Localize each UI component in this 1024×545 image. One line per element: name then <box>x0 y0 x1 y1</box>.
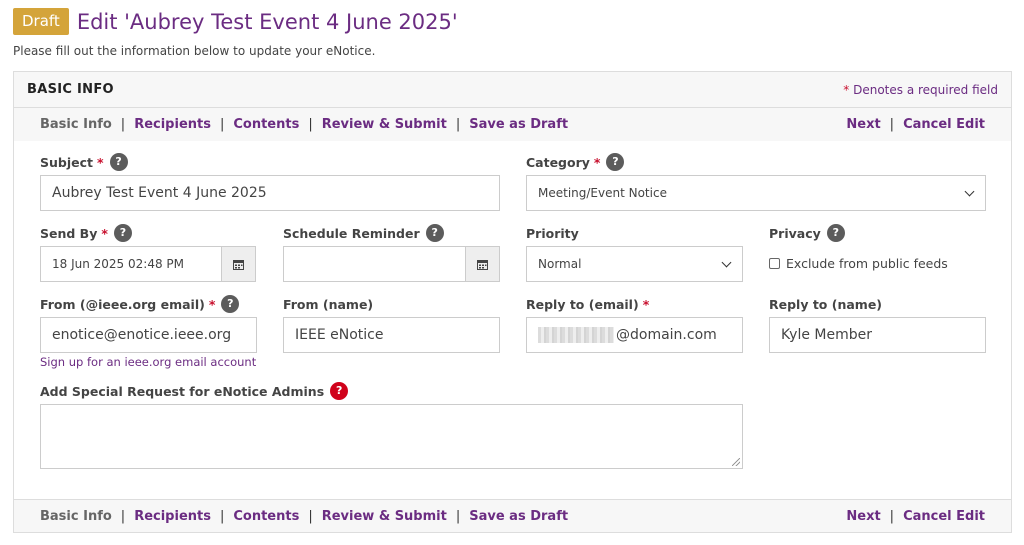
chevron-down-icon <box>964 186 975 197</box>
nav-separator: | <box>219 117 225 132</box>
nav-separator: | <box>889 508 895 524</box>
nav-review-submit[interactable]: Review & Submit <box>322 509 447 524</box>
help-icon[interactable]: ? <box>113 224 132 242</box>
calendar-icon <box>233 259 244 270</box>
special-request-label: Add Special Request for eNotice Admins <box>40 383 325 399</box>
required-star: * <box>101 225 108 241</box>
nav-separator: | <box>120 117 126 132</box>
ieee-signup-link[interactable]: Sign up for an ieee.org email account <box>40 355 256 369</box>
reply-name-field: Reply to (name) <box>769 295 882 313</box>
from-name-field: From (name) <box>283 295 373 313</box>
help-icon[interactable]: ? <box>221 295 240 313</box>
priority-select[interactable]: Normal <box>526 246 743 282</box>
from-email-label: From (@ieee.org email) <box>40 296 205 312</box>
special-request-textarea[interactable] <box>40 404 743 469</box>
subject-input[interactable]: Aubrey Test Event 4 June 2025 <box>40 175 500 211</box>
next-button[interactable]: Next <box>846 509 880 524</box>
required-note-text: Denotes a required field <box>853 82 998 97</box>
nav-recipients[interactable]: Recipients <box>134 509 211 524</box>
next-button[interactable]: Next <box>846 117 880 132</box>
redacted-text <box>538 327 614 343</box>
subject-label: Subject <box>40 154 93 170</box>
nav-contents[interactable]: Contents <box>233 509 299 524</box>
nav-review-submit[interactable]: Review & Submit <box>322 117 447 132</box>
calendar-button[interactable] <box>221 246 256 282</box>
page-header: Draft Edit 'Aubrey Test Event 4 June 202… <box>13 8 458 35</box>
privacy-field: Privacy? <box>769 224 845 242</box>
nav-recipients[interactable]: Recipients <box>134 117 211 132</box>
from-name-input[interactable]: IEEE eNotice <box>283 317 500 353</box>
required-star: * <box>593 154 601 170</box>
priority-label: Priority <box>526 225 579 241</box>
resize-handle-icon[interactable] <box>732 458 740 466</box>
nav-separator: | <box>308 508 313 524</box>
nav-separator: | <box>308 117 313 132</box>
exclude-feeds-checkbox[interactable] <box>769 258 780 269</box>
send-by-field: Send By *? <box>40 224 132 242</box>
from-email-field: From (@ieee.org email) *? <box>40 295 240 313</box>
help-icon[interactable]: ? <box>606 153 625 171</box>
panel-title: BASIC INFO <box>27 82 114 97</box>
from-email-input[interactable]: enotice@enotice.ieee.org <box>40 317 257 353</box>
nav-contents[interactable]: Contents <box>233 117 299 132</box>
priority-field: Priority <box>526 224 579 242</box>
exclude-feeds-label: Exclude from public feeds <box>786 256 948 271</box>
panel-header: BASIC INFO * Denotes a required field <box>14 72 1011 108</box>
page-title: Edit 'Aubrey Test Event 4 June 2025' <box>76 9 458 34</box>
send-by-label: Send By <box>40 225 98 241</box>
reply-email-value: @domain.com <box>616 327 717 343</box>
help-icon[interactable]: ? <box>425 224 444 242</box>
calendar-button[interactable] <box>465 246 500 282</box>
nav-separator: | <box>455 508 461 524</box>
nav-basic-info[interactable]: Basic Info <box>40 509 112 524</box>
nav-separator: | <box>120 508 126 524</box>
reply-email-field: Reply to (email) * <box>526 295 649 313</box>
category-label: Category <box>526 154 590 170</box>
category-value: Meeting/Event Notice <box>538 186 667 200</box>
privacy-checkbox-row[interactable]: Exclude from public feeds <box>769 256 948 271</box>
bottom-nav: Basic Info | Recipients | Contents | Rev… <box>14 499 1011 532</box>
page-subtitle: Please fill out the information below to… <box>13 44 376 58</box>
from-name-label: From (name) <box>283 296 374 312</box>
nav-save-draft[interactable]: Save as Draft <box>469 117 568 132</box>
required-star: * <box>642 296 650 312</box>
cancel-edit-button[interactable]: Cancel Edit <box>903 117 985 132</box>
required-star: * <box>843 82 850 97</box>
nav-separator: | <box>219 508 225 524</box>
nav-save-draft[interactable]: Save as Draft <box>469 509 568 524</box>
reply-email-input[interactable]: @domain.com <box>526 317 743 353</box>
nav-separator: | <box>889 117 895 132</box>
special-request-field: Add Special Request for eNotice Admins? <box>40 382 349 400</box>
nav-basic-info[interactable]: Basic Info <box>40 117 112 132</box>
reply-name-label: Reply to (name) <box>769 296 883 312</box>
help-icon[interactable]: ? <box>109 153 128 171</box>
reply-email-label: Reply to (email) <box>526 296 639 312</box>
priority-value: Normal <box>538 257 582 271</box>
required-note: * Denotes a required field <box>843 83 998 97</box>
chevron-down-icon <box>721 257 732 268</box>
schedule-reminder-field: Schedule Reminder? <box>283 224 444 242</box>
help-icon[interactable]: ? <box>330 382 349 400</box>
required-star: * <box>208 296 216 312</box>
send-by-input[interactable]: 18 Jun 2025 02:48 PM <box>40 246 222 282</box>
nav-separator: | <box>455 117 461 132</box>
schedule-reminder-label: Schedule Reminder <box>283 225 420 241</box>
category-field: Category *? <box>526 153 625 171</box>
required-star: * <box>97 154 104 170</box>
top-nav: Basic Info | Recipients | Contents | Rev… <box>14 108 1011 141</box>
privacy-label: Privacy <box>769 225 821 241</box>
calendar-icon <box>477 259 488 270</box>
reply-name-input[interactable]: Kyle Member <box>769 317 986 353</box>
cancel-edit-button[interactable]: Cancel Edit <box>903 509 985 524</box>
basic-info-panel: BASIC INFO * Denotes a required field Ba… <box>13 71 1012 533</box>
schedule-reminder-input[interactable] <box>283 246 466 282</box>
help-icon[interactable]: ? <box>826 224 845 242</box>
subject-field: Subject *? <box>40 153 128 171</box>
category-select[interactable]: Meeting/Event Notice <box>526 175 986 211</box>
draft-badge: Draft <box>13 8 69 35</box>
